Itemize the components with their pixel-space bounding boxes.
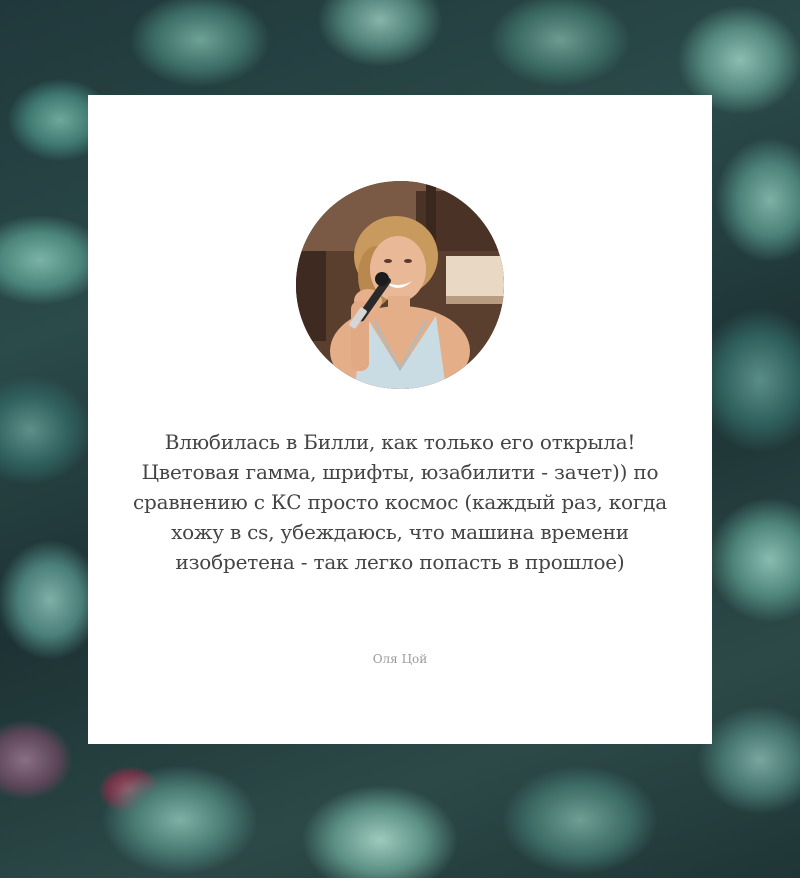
author-avatar <box>296 181 504 389</box>
testimonial-author: Оля Цой <box>372 652 428 666</box>
testimonial-card: Влюбилась в Билли, как только его открыл… <box>88 95 712 744</box>
testimonial-quote: Влюбилась в Билли, как только его открыл… <box>133 430 667 574</box>
